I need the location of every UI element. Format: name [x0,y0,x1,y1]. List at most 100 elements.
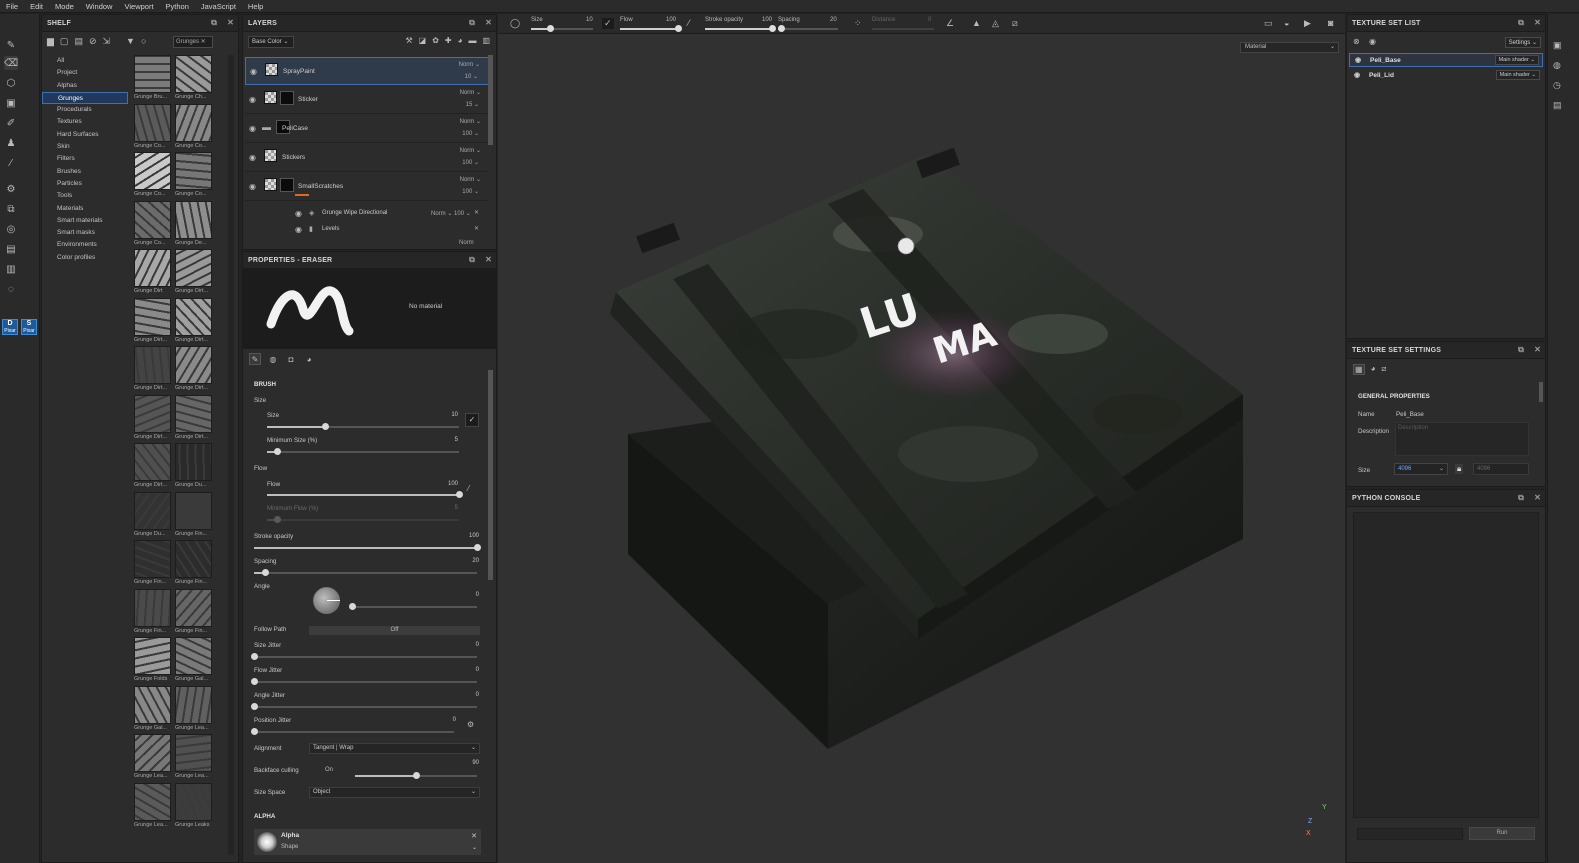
measure-icon[interactable]: ◎ [4,222,18,236]
tab-settings-material[interactable]: ◕ [1371,364,1376,375]
texture-set-row[interactable]: ◉ Peli_Lid Main shader ⌄ [1349,69,1543,83]
shelf-resource-thumbnail[interactable]: Grunge Dirt [134,249,171,297]
tab-settings-uv[interactable]: ⧄ [1381,364,1386,375]
lazy-mouse-icon[interactable]: ⁘ [854,18,862,29]
opacity-value[interactable]: 15 ⌄ [466,101,479,108]
blend-mode-select[interactable]: Norm ⌄ [460,176,481,183]
blend-mode-select[interactable]: Norm ⌄ [460,147,481,154]
menu-mode[interactable]: Mode [49,2,80,11]
angle-jitter-slider[interactable] [251,703,477,710]
dock-icon[interactable]: ⧉ [469,18,475,28]
dock-icon[interactable]: ⧉ [469,255,475,265]
shelf-resource-thumbnail[interactable]: Grunge Ch... [175,55,212,103]
properties-scrollbar[interactable] [488,370,493,580]
close-icon[interactable]: ✕ [1534,18,1541,28]
visibility-eye-icon[interactable]: ◉ [249,124,256,133]
visibility-eye-icon[interactable]: ◉ [250,67,257,76]
flow-slider[interactable] [267,491,463,498]
shelf-resource-thumbnail[interactable]: Grunge Lea... [134,734,171,782]
shelf-resource-thumbnail[interactable]: Grunge Co... [134,103,171,152]
shelf-resource-thumbnail[interactable]: Grunge Fin... [134,540,171,588]
menu-edit[interactable]: Edit [24,2,49,11]
pixar-s-badge[interactable]: S Pixar [21,319,37,335]
size-space-select[interactable]: Object ⌄ [309,787,480,798]
symmetry-settings-icon[interactable]: ⧄ [1012,18,1018,29]
shelf-resource-thumbnail[interactable]: Grunge Co... [134,152,171,200]
smudge-icon[interactable]: ✐ [4,116,18,130]
shelf-resource-thumbnail[interactable]: Grunge Folds [134,637,171,685]
viewport-3d[interactable]: ◯ Size 10 ✓ Flow 100 ⁄ Stroke opacity 10… [498,14,1345,863]
shelf-resource-thumbnail[interactable]: Grunge Dirt... [134,346,171,394]
blend-mode-select[interactable]: Norm ⌄ [459,61,480,68]
add-fill-layer-icon[interactable]: ✿ [432,36,439,45]
size-select[interactable]: 4096 ⌄ [1394,463,1448,475]
visibility-eye-icon[interactable]: ◉ [249,95,256,104]
visibility-eye-icon[interactable]: ◉ [1369,37,1376,46]
shelf-category-item[interactable]: Smart masks [42,227,128,239]
min-flow-slider[interactable] [267,516,459,523]
tab-settings-general[interactable]: ▦ [1353,364,1365,375]
shelf-resource-thumbnail[interactable]: Grunge Leaks [175,782,212,831]
import-icon[interactable]: ⇲ [103,36,111,47]
alpha-slot[interactable]: Alpha Shape ✕ ⌄ [254,829,481,855]
visibility-eye-icon[interactable]: ◉ [249,182,256,191]
shelf-resource-thumbnail[interactable]: Grunge Dirt... [134,443,171,491]
opacity-value[interactable]: 100 ⌄ [462,188,479,195]
shelf-category-item[interactable]: Project [42,67,128,79]
layer-row[interactable]: ◉ SmallScratches Norm ⌄ 100 ⌄ [245,173,489,201]
settings-icon[interactable]: ◌ [4,282,18,296]
trash-icon[interactable]: ▤ [74,36,83,47]
shelf-resource-thumbnail[interactable]: Grunge Dirt... [175,394,212,443]
visibility-eye-icon[interactable]: ◉ [295,209,302,218]
shelf-resource-thumbnail[interactable]: Grunge Dirt... [175,346,212,394]
shelf-resource-thumbnail[interactable]: Grunge Dirt... [175,249,212,297]
filter-icon[interactable]: ▼ [126,36,135,46]
shelf-scrollbar[interactable] [228,55,234,855]
close-icon[interactable]: ✕ [471,832,477,840]
close-icon[interactable]: ✕ [227,18,234,28]
spacing-slider[interactable] [254,569,477,576]
shelf-category-item[interactable]: Skin [42,141,128,153]
shelf-category-item[interactable]: Materials [42,203,128,215]
paint-brush-icon[interactable]: ✎ [4,38,18,52]
description-field[interactable]: Description [1395,422,1529,456]
blend-mode-select[interactable]: Norm ⌄ [460,89,481,96]
layer-row[interactable]: ◉ ▬ PeliCase Norm ⌄ 100 ⌄ [245,115,489,143]
close-icon[interactable]: ✕ [1534,345,1541,355]
menu-python[interactable]: Python [160,2,195,11]
shelf-category-item[interactable]: Particles [42,178,128,190]
shelf-category-item[interactable]: Brushes [42,166,128,178]
menu-viewport[interactable]: Viewport [118,2,159,11]
shelf-resource-thumbnail[interactable]: Grunge Lea... [175,685,212,734]
new-folder-icon[interactable]: ▢ [60,36,69,47]
shelf-resource-thumbnail[interactable]: Grunge Dirt... [175,297,212,346]
environment-icon[interactable]: ◒ [1284,18,1289,28]
delete-layer-icon[interactable]: ▥ [482,36,490,45]
shelf-resource-thumbnail[interactable]: Grunge Lea... [134,782,171,831]
add-mask-icon[interactable]: ◪ [419,36,427,45]
shelf-category-item[interactable]: Color profiles [42,252,128,264]
shelf-resource-thumbnail[interactable]: Grunge De... [175,200,212,249]
symmetry-icon[interactable]: ▲ [972,18,981,28]
log-icon[interactable]: ▤ [1553,100,1562,111]
dock-icon[interactable]: ⧉ [1518,493,1524,503]
opacity-value[interactable]: 100 ⌄ [462,159,479,166]
shader-select[interactable]: Main shader ⌄ [1495,70,1540,80]
follow-path-toggle[interactable]: Off [309,626,480,635]
angle-slider[interactable] [349,603,477,610]
shelf-resource-thumbnail[interactable]: Grunge Dirt... [134,297,171,346]
angle-dial[interactable] [313,587,340,614]
layers-scrollbar[interactable] [488,55,493,145]
add-smart-layer-icon[interactable]: ◕ [458,36,463,45]
history-icon[interactable]: ◷ [1553,80,1561,91]
polygon-fill-icon[interactable]: ▣ [4,96,18,110]
view-2d3d-icon[interactable]: ▭ [1264,18,1273,29]
folder-icon[interactable]: ▆ [47,36,54,47]
shelf-resource-thumbnail[interactable]: Grunge Du... [175,443,212,491]
settings-scrollbar[interactable] [1539,382,1543,402]
bake-icon[interactable]: ⚙ [4,182,18,196]
shelf-category-item[interactable]: Hard Surfaces [42,129,128,141]
shelf-resource-thumbnail[interactable]: Grunge Co... [175,103,212,152]
pixar-d-badge[interactable]: D Pixar [2,319,18,335]
pen-pressure-icon[interactable]: ⁄ [688,18,690,28]
